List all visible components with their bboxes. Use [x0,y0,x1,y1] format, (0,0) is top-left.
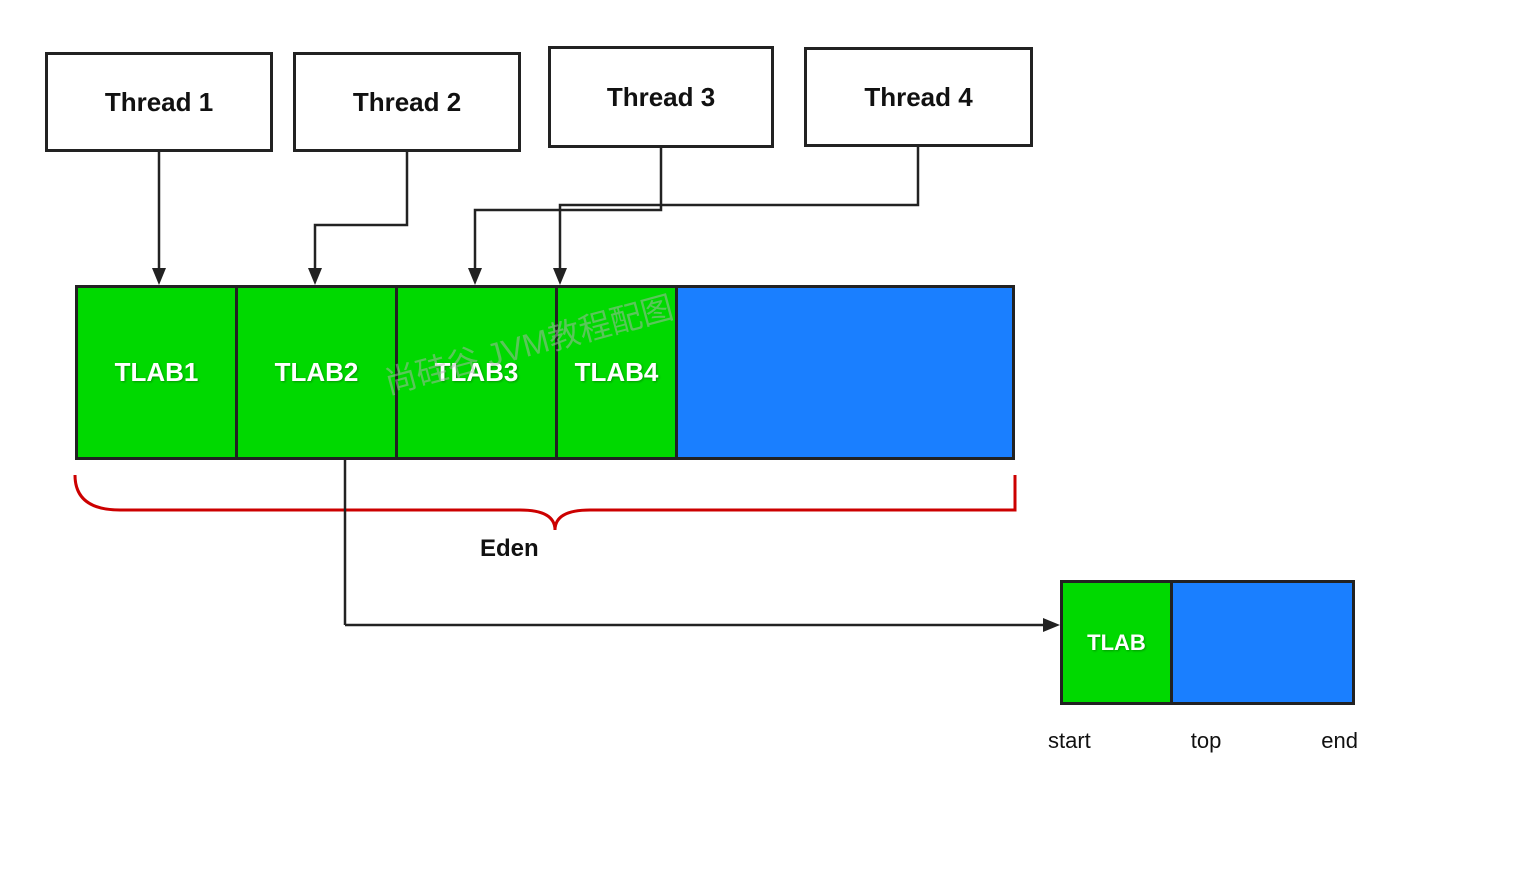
thread2-label: Thread 2 [353,87,461,118]
thread1-label: Thread 1 [105,87,213,118]
eden-row: TLAB1 TLAB2 TLAB3 TLAB4 [75,285,1015,460]
end-label: end [1321,728,1358,754]
tlab1-block: TLAB1 [78,288,238,457]
diagram-container: Thread 1 Thread 2 Thread 3 Thread 4 TLAB… [0,0,1528,883]
thread4-label: Thread 4 [864,82,972,113]
eden-label: Eden [480,535,539,563]
mini-tlab-container: TLAB [1060,580,1355,705]
thread3-box: Thread 3 [548,46,774,148]
mini-tlab-blue [1173,583,1352,702]
eden-free-space [678,288,1012,457]
tlab4-block: TLAB4 [558,288,678,457]
mini-tlab-green: TLAB [1063,583,1173,702]
start-label: start [1048,728,1091,754]
position-labels: start top end [1048,728,1358,754]
thread4-box: Thread 4 [804,47,1033,147]
thread1-box: Thread 1 [45,52,273,152]
top-label: top [1191,728,1222,754]
tlab2-block: TLAB2 [238,288,398,457]
thread2-box: Thread 2 [293,52,521,152]
thread3-label: Thread 3 [607,82,715,113]
tlab3-block: TLAB3 [398,288,558,457]
